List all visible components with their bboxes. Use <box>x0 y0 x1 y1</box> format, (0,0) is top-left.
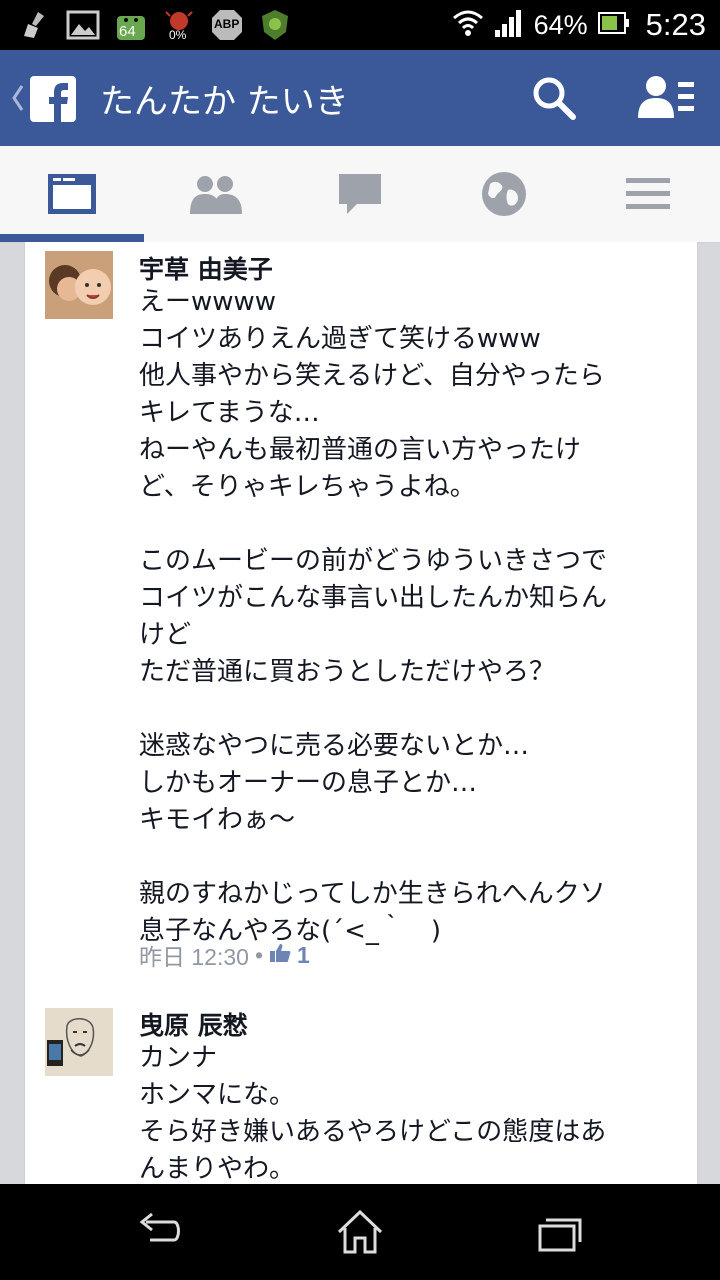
comment-author[interactable]: 曳原 辰慭 <box>139 1006 248 1042</box>
android-64-icon: 64 <box>114 8 148 42</box>
comment-time: 昨日 12:30 <box>139 944 249 970</box>
tab-news-feed[interactable] <box>0 146 144 242</box>
like-count[interactable]: 1 <box>297 942 310 969</box>
back-icon[interactable] <box>134 1208 184 1256</box>
like-icon[interactable] <box>269 942 291 969</box>
tab-menu[interactable] <box>576 146 720 242</box>
globe-icon <box>482 172 526 216</box>
avatar[interactable] <box>45 1008 113 1076</box>
wifi-icon <box>452 8 484 42</box>
friend-requests-icon[interactable] <box>636 72 696 124</box>
home-icon[interactable] <box>335 1208 385 1256</box>
active-tab-indicator <box>0 234 144 242</box>
notification-icons: 64 0% ABP <box>18 8 292 42</box>
system-status: 64% 5:23 <box>452 4 706 46</box>
battery-icon <box>597 10 630 40</box>
comment-text: えーwwww コイツありえん過ぎて笑けるwww 他人事やから笑えるけど、自分やっ… <box>139 287 608 946</box>
bug-0-label: 0% <box>169 28 187 42</box>
comment-text: カンナ ホンマにな。 そら好き嫌いあるやろけどこの態度はあ んまりやわ。 <box>139 1043 607 1184</box>
meta-separator: • <box>254 941 264 968</box>
signal-icon <box>494 8 524 42</box>
shield-icon <box>258 8 292 42</box>
android-64-label: 64 <box>119 23 136 40</box>
tab-notifications[interactable] <box>432 146 576 242</box>
recent-apps-icon[interactable] <box>536 1208 586 1256</box>
tab-messages[interactable] <box>288 146 432 242</box>
page-title: たんたか たいき <box>100 82 349 122</box>
friends-icon <box>190 176 242 214</box>
comments-list[interactable]: 宇草 由美子 えーwwww コイツありえん過ぎて笑けるwww 他人事やから笑える… <box>24 242 698 1184</box>
news-feed-icon <box>48 174 96 214</box>
facebook-logo-icon[interactable] <box>30 76 76 122</box>
tab-friends[interactable] <box>144 146 288 242</box>
menu-icon <box>626 178 670 209</box>
comment-author[interactable]: 宇草 由美子 <box>139 250 273 286</box>
messages-icon <box>339 174 381 214</box>
tab-bar <box>0 146 720 243</box>
bug-0-icon: 0% <box>162 8 196 42</box>
abp-label: ABP <box>214 17 240 31</box>
clock: 5:23 <box>645 7 706 42</box>
back-chevron-icon[interactable] <box>8 80 26 116</box>
battery-percent: 64% <box>533 9 588 40</box>
comment-meta: 昨日 12:30 • 1 <box>139 938 310 972</box>
app-bar: たんたか たいき <box>0 50 720 146</box>
gallery-icon <box>66 8 100 42</box>
broom-icon <box>18 8 52 42</box>
search-icon[interactable] <box>530 74 578 122</box>
status-bar: 64 0% ABP 64% 5:23 <box>0 0 720 50</box>
avatar[interactable] <box>45 251 113 319</box>
navigation-bar <box>0 1184 720 1280</box>
abp-icon: ABP <box>210 8 244 42</box>
